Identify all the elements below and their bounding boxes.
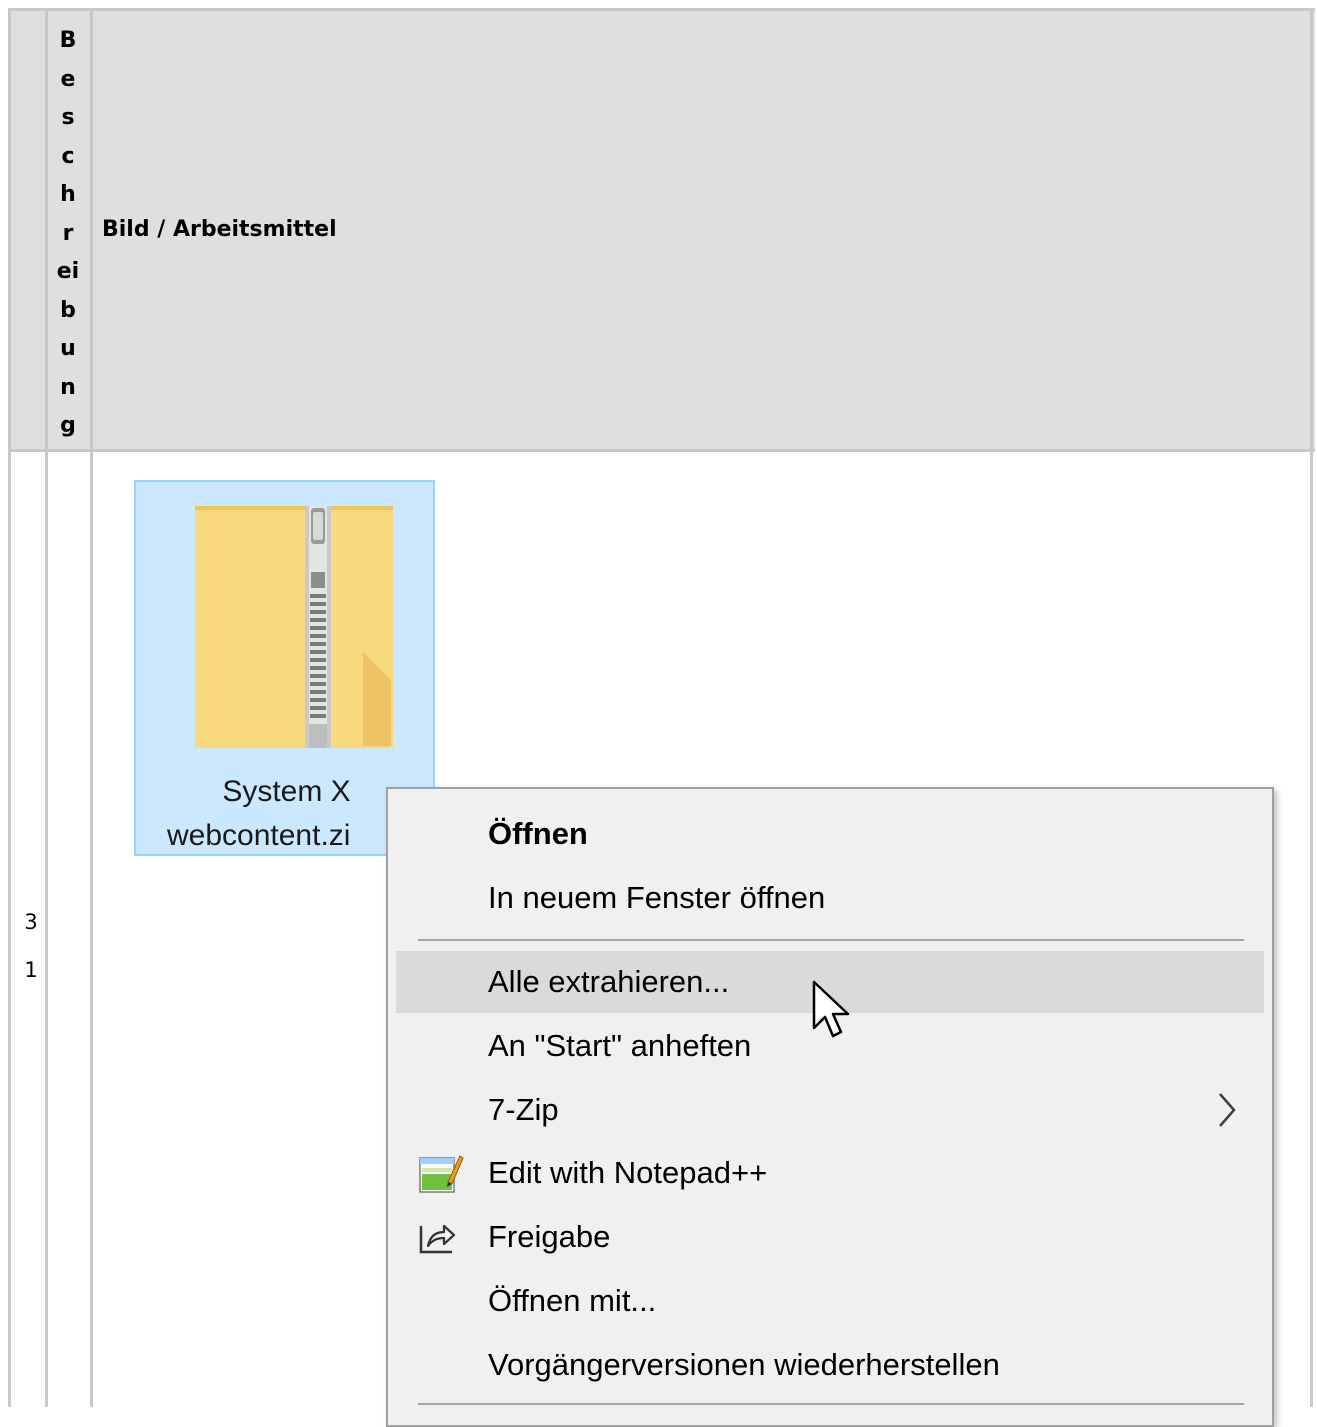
table-border-top — [8, 8, 1315, 11]
menu-item-in-neuem-fenster[interactable]: In neuem Fenster öffnen — [396, 867, 1264, 929]
header-letter: r — [62, 220, 74, 246]
header-bild-arbeitsmittel: Bild / Arbeitsmittel — [102, 217, 337, 242]
header-letter: n — [60, 374, 76, 400]
header-letter: g — [60, 413, 76, 438]
menu-item-label: Edit with Notepad++ — [488, 1155, 768, 1190]
menu-item-label: 7-Zip — [488, 1092, 559, 1127]
mouse-cursor-icon — [812, 980, 850, 1038]
menu-separator — [418, 939, 1244, 941]
notepad-plus-plus-icon — [419, 1155, 464, 1193]
menu-item-edit-with-notepad[interactable]: Edit with Notepad++ — [396, 1142, 1264, 1204]
menu-item-label: Alle extrahieren... — [488, 964, 730, 999]
header-letter: e — [60, 66, 76, 92]
table-border-col1 — [45, 8, 48, 1407]
header-letter: B — [59, 28, 77, 53]
menu-item-freigabe[interactable]: Freigabe — [396, 1206, 1264, 1268]
menu-item-vorgaengerversionen[interactable]: Vorgängerversionen wiederherstellen — [396, 1334, 1264, 1396]
chevron-right-icon — [1219, 1093, 1236, 1127]
table-border-col2 — [90, 8, 93, 1407]
table-border-header-bottom — [8, 449, 1315, 452]
menu-separator — [418, 1403, 1244, 1405]
header-letter: s — [61, 105, 75, 130]
menu-item-label: An "Start" anheften — [488, 1028, 752, 1063]
table-border-right — [1310, 8, 1313, 1407]
context-menu: Öffnen In neuem Fenster öffnen Alle extr… — [386, 787, 1274, 1427]
share-icon — [419, 1224, 456, 1254]
table-border-left — [8, 8, 11, 1407]
menu-item-7zip[interactable]: 7-Zip — [396, 1079, 1264, 1141]
header-beschreibung: B e s c h r ei b u n g — [50, 22, 86, 446]
menu-item-oeffnen-mit[interactable]: Öffnen mit... — [396, 1270, 1264, 1332]
row-number-digit: 1 — [24, 958, 38, 982]
menu-item-label: Öffnen — [488, 816, 588, 851]
menu-item-label: Öffnen mit... — [488, 1283, 657, 1318]
menu-item-label: Freigabe — [488, 1219, 611, 1254]
header-letter: c — [61, 143, 75, 169]
header-letter: u — [60, 336, 76, 361]
menu-item-oeffnen[interactable]: Öffnen — [396, 803, 1264, 865]
zip-folder-icon — [195, 506, 393, 748]
header-letter: h — [60, 182, 76, 207]
row-number: 3 1 — [22, 898, 40, 994]
row-number-digit: 3 — [24, 910, 38, 934]
menu-item-label: In neuem Fenster öffnen — [488, 880, 826, 915]
header-letter: ei — [56, 259, 80, 284]
menu-item-label: Vorgängerversionen wiederherstellen — [488, 1347, 1000, 1382]
header-letter: b — [60, 297, 76, 323]
